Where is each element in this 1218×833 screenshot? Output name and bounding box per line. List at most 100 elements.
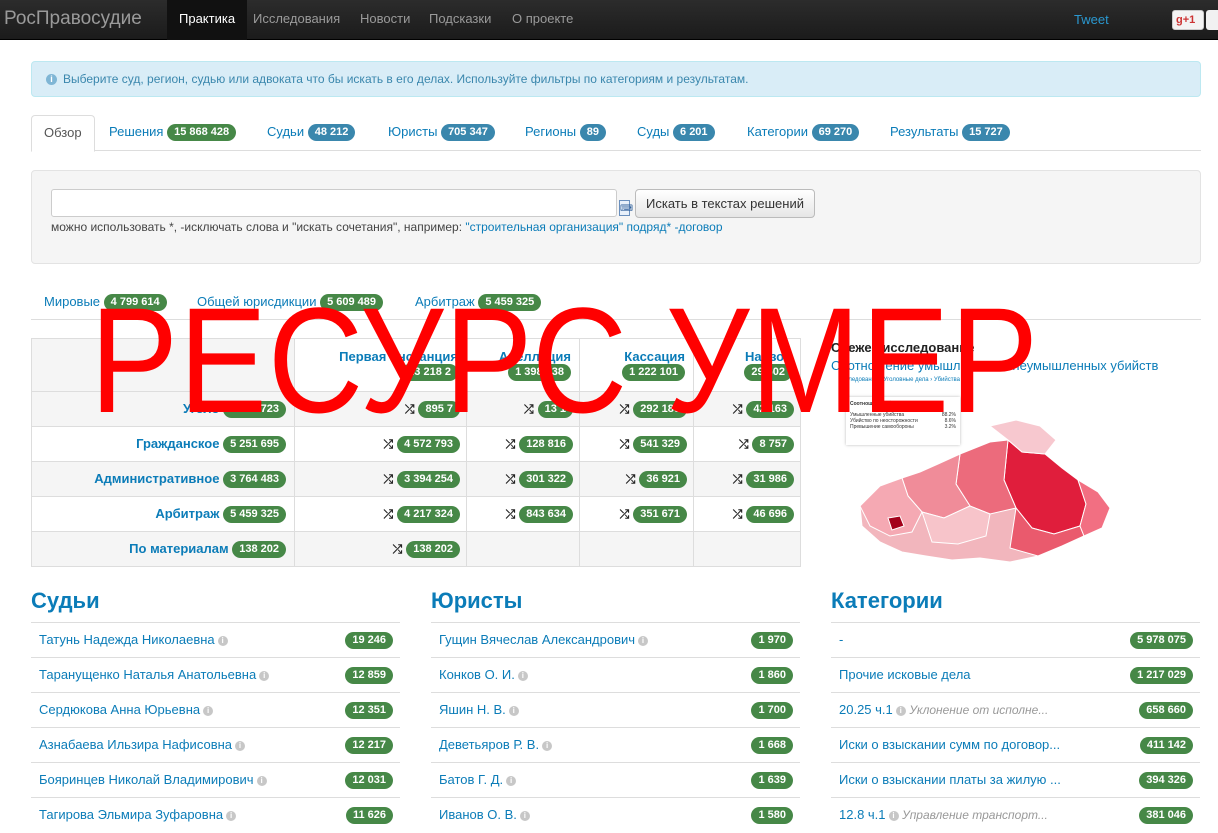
- info-icon[interactable]: i: [888, 810, 899, 821]
- count-badge: 843 634: [519, 506, 573, 524]
- list-item[interactable]: 12.8 ч.1 i Управление транспорт... 381 046: [831, 797, 1200, 832]
- list-item[interactable]: 20.25 ч.1 i Уклонение от исполне... 658 66…: [831, 692, 1200, 727]
- info-icon[interactable]: i: [226, 810, 237, 821]
- count-badge: 1 222 101: [622, 364, 685, 382]
- info-icon[interactable]: i: [517, 670, 528, 681]
- list-item[interactable]: Тагирова Эльмира Зуфаровна i 11 626: [31, 797, 400, 832]
- count-badge: 138 202: [232, 541, 286, 559]
- tab-overview[interactable]: Обзор: [31, 115, 95, 152]
- list-item[interactable]: Деветьяров Р. В. i 1 668: [431, 727, 800, 762]
- search-input[interactable]: [51, 189, 617, 217]
- table-cell[interactable]: ⤮ 36 921: [580, 462, 694, 497]
- judges-heading[interactable]: Судьи: [31, 588, 100, 614]
- table-cell[interactable]: ⤮ 138 202: [295, 532, 467, 566]
- info-icon[interactable]: i: [235, 740, 246, 751]
- info-icon[interactable]: i: [217, 635, 228, 646]
- row-header-administrative[interactable]: Административное 3 764 483: [32, 462, 295, 497]
- row-header-arbitrage[interactable]: Арбитраж 5 459 325: [32, 497, 295, 532]
- count-badge: 46 696: [746, 506, 794, 524]
- info-icon[interactable]: i: [895, 705, 906, 716]
- table-cell[interactable]: ⤮ 42 163: [694, 392, 800, 427]
- court-magistrate-link[interactable]: Мировые 4 799 614: [44, 294, 167, 312]
- list-item[interactable]: Конков О. И. i 1 860: [431, 657, 800, 692]
- list-item[interactable]: Азнабаева Ильзира Нафисовна i 12 217: [31, 727, 400, 762]
- keyboard-icon[interactable]: ⌨: [619, 200, 633, 216]
- research-link[interactable]: Соотношение умышленных и неумышленных уб…: [831, 358, 1158, 373]
- nav-research[interactable]: Исследования: [241, 0, 352, 40]
- tab-label: Решения: [109, 124, 164, 139]
- nav-practice[interactable]: Практика: [167, 0, 248, 40]
- table-cell[interactable]: ⤮ 301 322: [467, 462, 580, 497]
- list-item[interactable]: Батов Г. Д. i 1 639: [431, 762, 800, 797]
- nav-about[interactable]: О проекте: [500, 0, 585, 40]
- categories-heading[interactable]: Категории: [831, 588, 943, 614]
- list-item[interactable]: Бояринцев Николай Владимирович i 12 031: [31, 762, 400, 797]
- lawyers-heading[interactable]: Юристы: [431, 588, 522, 614]
- table-cell[interactable]: ⤮ 128 816: [467, 427, 580, 462]
- list-item[interactable]: Яшин Н. В. i 1 700: [431, 692, 800, 727]
- row-header-civil[interactable]: Гражданское 5 251 695: [32, 427, 295, 462]
- info-icon[interactable]: i: [506, 775, 517, 786]
- gplus-button[interactable]: g+1: [1172, 10, 1204, 30]
- info-icon[interactable]: i: [259, 670, 270, 681]
- list-item[interactable]: Иски о взыскании платы за жилую ... 394 3…: [831, 762, 1200, 797]
- tab-decisions[interactable]: Решения 15 868 428: [109, 115, 237, 151]
- list-item[interactable]: Таранущенко Наталья Анатольевна i 12 859: [31, 657, 400, 692]
- list-item[interactable]: Прочие исковые дела 1 217 029: [831, 657, 1200, 692]
- tweet-button[interactable]: Tweet: [1074, 12, 1109, 27]
- nav-tips[interactable]: Подсказки: [417, 0, 503, 40]
- tab-categories[interactable]: Категории 69 270: [747, 115, 860, 151]
- table-cell[interactable]: ⤮ 8 757: [694, 427, 800, 462]
- count-badge: 1 970: [751, 632, 793, 649]
- list-item[interactable]: - 5 978 075: [831, 622, 1200, 657]
- table-cell[interactable]: ⤮ 31 986: [694, 462, 800, 497]
- table-cell[interactable]: ⤮ 46 696: [694, 497, 800, 532]
- count-badge: 301 322: [519, 471, 573, 489]
- info-icon[interactable]: i: [508, 705, 519, 716]
- info-icon[interactable]: i: [519, 810, 530, 821]
- lawyer-name: Конков О. И.: [439, 667, 515, 682]
- table-cell[interactable]: ⤮ 3 394 254: [295, 462, 467, 497]
- list-item[interactable]: Гущин Вячеслав Александрович i 1 970: [431, 622, 800, 657]
- col-header-first-instance[interactable]: Первая инстанция 13 218 2: [295, 339, 467, 392]
- table-cell[interactable]: ⤮ 351 671: [580, 497, 694, 532]
- tab-courts[interactable]: Суды 6 201: [637, 115, 715, 151]
- table-cell[interactable]: ⤮ 13 1: [467, 392, 580, 427]
- list-item[interactable]: Сердюкова Анна Юрьевна i 12 351: [31, 692, 400, 727]
- court-general-link[interactable]: Общей юрисдикции 5 609 489: [197, 294, 384, 312]
- court-arbitrage-link[interactable]: Арбитраж 5 459 325: [415, 294, 542, 312]
- info-icon[interactable]: i: [203, 705, 214, 716]
- tab-label: Регионы: [525, 124, 577, 139]
- brand-logo[interactable]: РосПравосудие: [4, 8, 142, 30]
- shuffle-icon: ⤮: [619, 507, 630, 522]
- row-header-materials[interactable]: По материалам 138 202: [32, 532, 295, 566]
- table-cell[interactable]: ⤮ 895 7: [295, 392, 467, 427]
- lawyers-list: Гущин Вячеслав Александрович i 1 970 Конко…: [431, 622, 800, 832]
- info-icon[interactable]: i: [256, 775, 267, 786]
- table-cell[interactable]: ⤮ 4 217 324: [295, 497, 467, 532]
- col-header-cassation[interactable]: Кассация 1 222 101: [580, 339, 694, 392]
- table-cell[interactable]: ⤮ 292 180: [580, 392, 694, 427]
- table-cell[interactable]: ⤮ 4 572 793: [295, 427, 467, 462]
- nav-news[interactable]: Новости: [348, 0, 422, 40]
- tab-judges[interactable]: Судьи 48 212: [267, 115, 356, 151]
- shuffle-icon: ⤮: [619, 402, 630, 417]
- list-item[interactable]: Татунь Надежда Николаевна i 19 246: [31, 622, 400, 657]
- tab-results[interactable]: Результаты 15 727: [890, 115, 1010, 151]
- info-icon[interactable]: i: [542, 740, 553, 751]
- count-badge: 3 394 254: [397, 471, 460, 489]
- research-preview-card[interactable]: Соотношение убийств Умышленные убийства 8…: [846, 397, 960, 445]
- table-cell[interactable]: ⤮ 843 634: [467, 497, 580, 532]
- count-badge: 4 217 324: [397, 506, 460, 524]
- search-example-link[interactable]: "строительная организация" подряд* -дого…: [465, 220, 722, 234]
- list-item[interactable]: Иванов О. В. i 1 580: [431, 797, 800, 832]
- col-header-appeal[interactable]: Апелляция 1 398 438: [467, 339, 580, 392]
- info-icon[interactable]: i: [638, 635, 649, 646]
- tab-lawyers[interactable]: Юристы 705 347: [388, 115, 495, 151]
- table-cell[interactable]: ⤮ 541 329: [580, 427, 694, 462]
- col-header-supervision[interactable]: Надзор 29 602: [694, 339, 800, 392]
- tab-regions[interactable]: Регионы 89: [525, 115, 606, 151]
- list-item[interactable]: Иски о взыскании сумм по договор... 411 1…: [831, 727, 1200, 762]
- search-button[interactable]: Искать в текстах решений: [635, 189, 815, 218]
- row-header-criminal[interactable]: Уголо 1 024 723: [32, 392, 295, 427]
